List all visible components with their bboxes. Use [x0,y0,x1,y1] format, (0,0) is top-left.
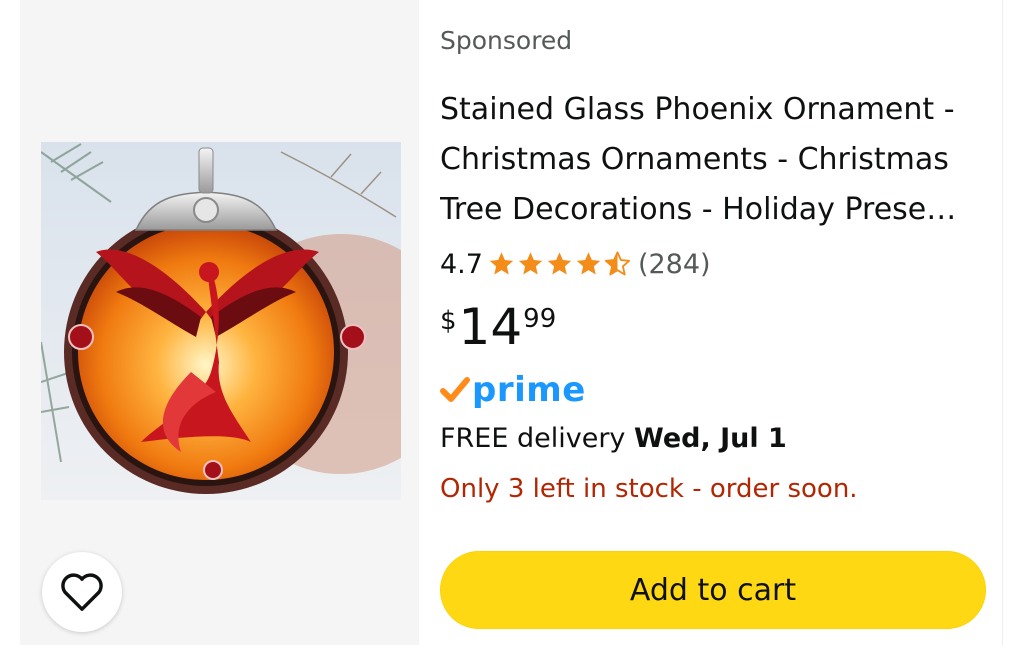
star-full-icon [489,252,514,275]
heart-icon [61,573,103,611]
star-full-icon [576,252,601,275]
star-half-icon [604,251,631,276]
star-full-icon [547,252,572,275]
prime-logo-text: prime [472,370,586,410]
product-image[interactable] [41,142,401,500]
delivery-prefix: FREE delivery [440,423,626,454]
price-fraction: 99 [523,304,557,334]
price-whole: 14 [458,298,523,356]
delivery-date: Wed, Jul 1 [634,423,787,454]
product-title[interactable]: Stained Glass Phoenix Ornament - Christm… [440,85,988,235]
star-rating [487,250,632,278]
prime-badge: prime [440,368,586,412]
product-image-panel [20,0,419,645]
left-edge [0,0,20,645]
star-full-icon [518,252,543,275]
sponsored-label: Sponsored [440,26,573,55]
add-to-wishlist-button[interactable] [42,552,122,632]
review-count: (284) [637,248,711,280]
right-gutter [1002,0,1024,645]
prime-check-icon [440,377,470,402]
product-details: Sponsored Stained Glass Phoenix Ornament… [440,0,1000,645]
rating-row[interactable]: 4.7 (284) [440,246,711,282]
add-to-cart-button[interactable]: Add to cart [440,551,986,629]
price: $ 14 99 [440,298,556,356]
delivery-info: FREE delivery Wed, Jul 1 [440,423,787,454]
rating-value: 4.7 [440,248,483,280]
price-symbol: $ [440,306,457,336]
stock-message: Only 3 left in stock - order soon. [440,474,858,504]
